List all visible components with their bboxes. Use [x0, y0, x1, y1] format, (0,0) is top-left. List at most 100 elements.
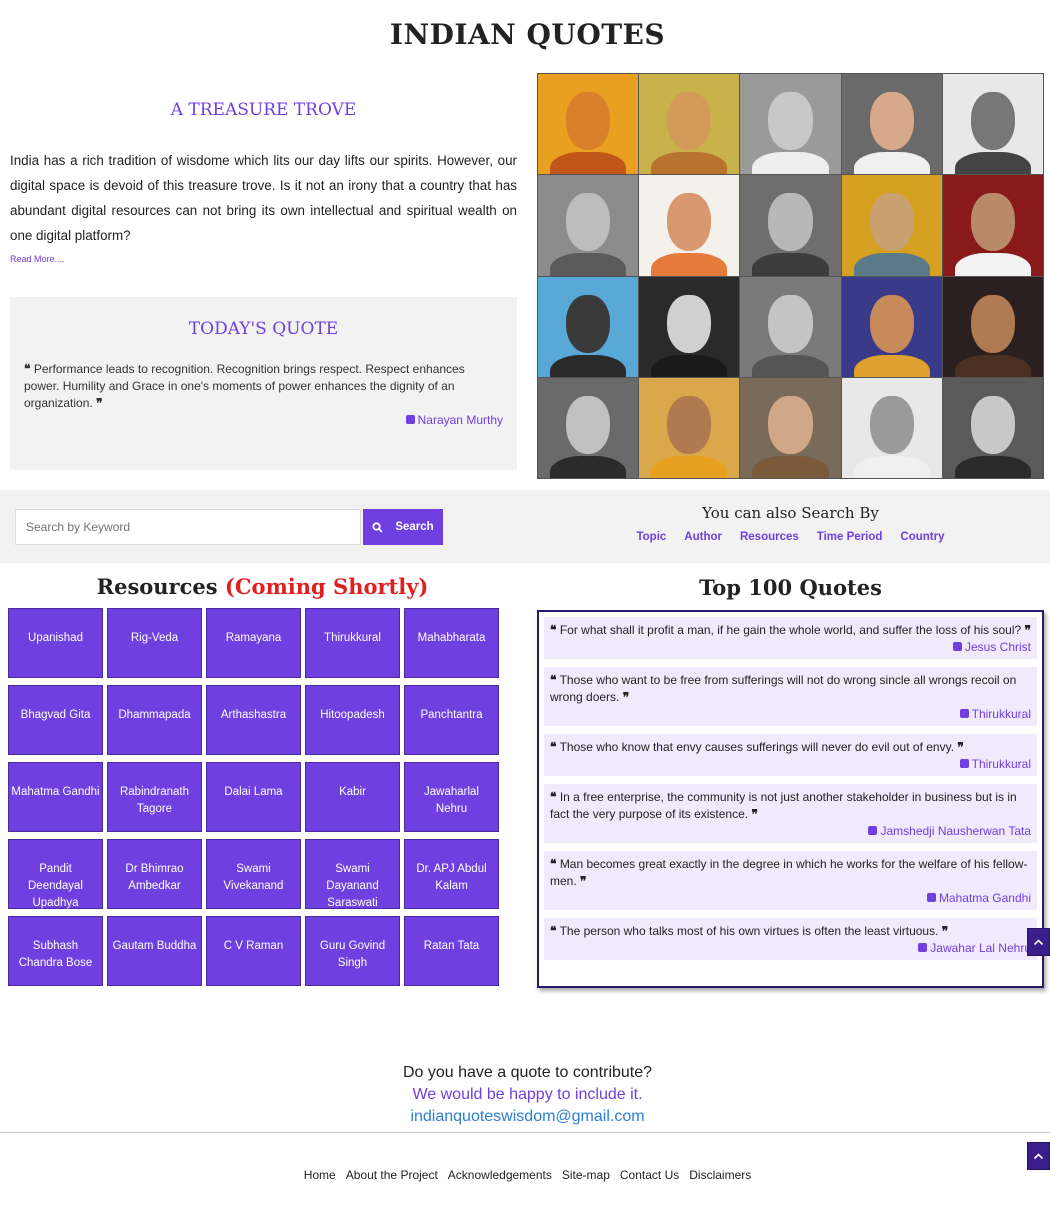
top-quote-body: The person who talks most of his own vir…	[559, 924, 939, 938]
portrait-face	[768, 294, 813, 353]
portrait-body	[550, 253, 627, 276]
portrait-tile	[740, 74, 841, 175]
resource-button[interactable]: Upanishad	[8, 608, 103, 678]
resources-grid: Upanishad Rig-Veda Ramayana Thirukkural Maha…	[8, 608, 503, 986]
top-quote-author-name: Jawahar Lal Nehru	[930, 941, 1031, 955]
scroll-up-button[interactable]	[1027, 928, 1050, 956]
resource-button[interactable]: Gautam Buddha	[107, 916, 202, 986]
quote-close-icon: ❞	[622, 690, 630, 704]
top-quote-author[interactable]: Thirukkural	[550, 756, 1031, 773]
portrait-face	[566, 193, 611, 252]
portrait-face	[869, 395, 914, 454]
resource-button[interactable]: Mahatma Gandhi	[8, 762, 103, 832]
top-quote-author[interactable]: Jamshedji Nausherwan Tata	[550, 823, 1031, 840]
top-quote-item[interactable]: ❝ In a free enterprise, the community is…	[544, 784, 1037, 843]
pen-icon	[918, 943, 928, 952]
portrait-body	[752, 354, 829, 377]
resource-button[interactable]: Pandit Deendayal Upadhya	[8, 839, 103, 909]
footer-link-disclaimers[interactable]: Disclaimers	[689, 1168, 751, 1182]
resource-button[interactable]: Ratan Tata	[404, 916, 499, 986]
todays-quote-body: Performance leads to recognition. Recogn…	[24, 362, 465, 410]
portrait-tile	[538, 74, 639, 175]
quote-close-icon: ❞	[580, 874, 587, 888]
search-button[interactable]: Search	[363, 509, 443, 545]
search-input[interactable]	[15, 509, 361, 545]
resource-button[interactable]: Guru Govind Singh	[305, 916, 400, 986]
resource-button[interactable]: Rig-Veda	[107, 608, 202, 678]
resource-button[interactable]: Rabindranath Tagore	[107, 762, 202, 832]
portrait-body	[752, 455, 829, 478]
top-quote-body: Those who know that envy causes sufferin…	[559, 740, 955, 754]
resource-button[interactable]: Thirukkural	[305, 608, 400, 678]
search-by-topic[interactable]: Topic	[636, 531, 666, 543]
resource-button[interactable]: Arthashastra	[206, 685, 301, 755]
todays-quote-panel: TODAY'S QUOTE ❝ Performance leads to rec…	[10, 297, 517, 470]
portrait-face	[970, 294, 1015, 353]
footer-nav: Home About the Project Acknowledgements …	[0, 1168, 1050, 1182]
resource-button[interactable]: Kabir	[305, 762, 400, 832]
search-by-resources[interactable]: Resources	[740, 531, 799, 543]
search-by-time-period[interactable]: Time Period	[817, 531, 883, 543]
contribute-question: Do you have a quote to contribute?	[402, 1064, 653, 1081]
quote-open-icon: ❝	[550, 790, 557, 804]
top-quote-item[interactable]: ❝ For what shall it profit a man, if he …	[544, 617, 1037, 659]
portrait-face	[566, 294, 611, 353]
quote-close-icon: ❞	[1024, 623, 1031, 637]
top-quotes-list[interactable]: ❝ For what shall it profit a man, if he …	[537, 610, 1044, 988]
read-more-link[interactable]: Read More....	[10, 254, 65, 264]
portrait-tile	[740, 175, 841, 276]
portrait-face	[869, 92, 914, 151]
top-quotes-title: Top 100 Quotes	[699, 575, 882, 600]
resource-button[interactable]: Subhash Chandra Bose	[8, 916, 103, 986]
top-quote-item[interactable]: ❝ Those who want to be free from sufferi…	[544, 667, 1037, 726]
portrait-face	[667, 294, 712, 353]
top-quote-author[interactable]: Mahatma Gandhi	[550, 890, 1031, 907]
resource-button[interactable]: Mahabharata	[404, 608, 499, 678]
resource-button[interactable]: Hitoopadesh	[305, 685, 400, 755]
top-quote-item[interactable]: ❝ Those who know that envy causes suffer…	[544, 734, 1037, 776]
resource-button[interactable]: C V Raman	[206, 916, 301, 986]
back-to-top-button[interactable]	[1027, 1142, 1050, 1170]
portrait-face	[970, 92, 1015, 151]
portrait-tile	[942, 74, 1043, 175]
footer-link-home[interactable]: Home	[304, 1168, 336, 1182]
contribute-email-link[interactable]: indianquoteswisdom@gmail.com	[0, 1106, 1050, 1128]
portrait-body	[550, 455, 627, 478]
search-by-author[interactable]: Author	[684, 531, 722, 543]
pen-icon	[868, 826, 878, 835]
footer-link-acknowledgements[interactable]: Acknowledgements	[448, 1168, 552, 1182]
top-quote-author[interactable]: Jawahar Lal Nehru	[550, 940, 1031, 957]
resource-button[interactable]: Swami Dayanand Saraswati	[305, 839, 400, 909]
top-quote-author[interactable]: Thirukkural	[550, 706, 1031, 723]
resource-button[interactable]: Swami Vivekanand	[206, 839, 301, 909]
resource-button[interactable]: Jawaharlal Nehru	[404, 762, 499, 832]
portrait-body	[752, 253, 829, 276]
portrait-face	[970, 193, 1015, 252]
resource-button[interactable]: Dr Bhimrao Ambedkar	[107, 839, 202, 909]
resource-button[interactable]: Panchtantra	[404, 685, 499, 755]
portrait-tile	[942, 276, 1043, 377]
top-quote-body: For what shall it profit a man, if he ga…	[559, 623, 1022, 637]
quote-open-icon: ❝	[550, 740, 557, 754]
top-quote-text: ❝ Those who know that envy causes suffer…	[550, 739, 1031, 756]
todays-quote-author[interactable]: Narayan Murthy	[24, 413, 503, 427]
pen-icon	[926, 893, 936, 902]
footer-link-sitemap[interactable]: Site-map	[562, 1168, 610, 1182]
portrait-face	[667, 193, 712, 252]
portrait-face	[869, 193, 914, 252]
portrait-face	[768, 193, 813, 252]
top-quote-item[interactable]: ❝ Man becomes great exactly in the degre…	[544, 851, 1037, 910]
footer-link-about[interactable]: About the Project	[346, 1168, 438, 1182]
top-quote-author[interactable]: Jesus Christ	[550, 639, 1031, 656]
top-quote-item[interactable]: ❝ The person who talks most of his own v…	[544, 918, 1037, 960]
portrait-body	[954, 253, 1031, 276]
resource-button[interactable]: Ramayana	[206, 608, 301, 678]
resource-button[interactable]: Dalai Lama	[206, 762, 301, 832]
portrait-body	[954, 354, 1031, 377]
footer-link-contact[interactable]: Contact Us	[620, 1168, 679, 1182]
resource-button[interactable]: Bhagvad Gita	[8, 685, 103, 755]
resource-button[interactable]: Dhammapada	[107, 685, 202, 755]
search-by-country[interactable]: Country	[900, 531, 944, 543]
pen-icon	[952, 642, 962, 651]
resource-button[interactable]: Dr. APJ Abdul Kalam	[404, 839, 499, 909]
